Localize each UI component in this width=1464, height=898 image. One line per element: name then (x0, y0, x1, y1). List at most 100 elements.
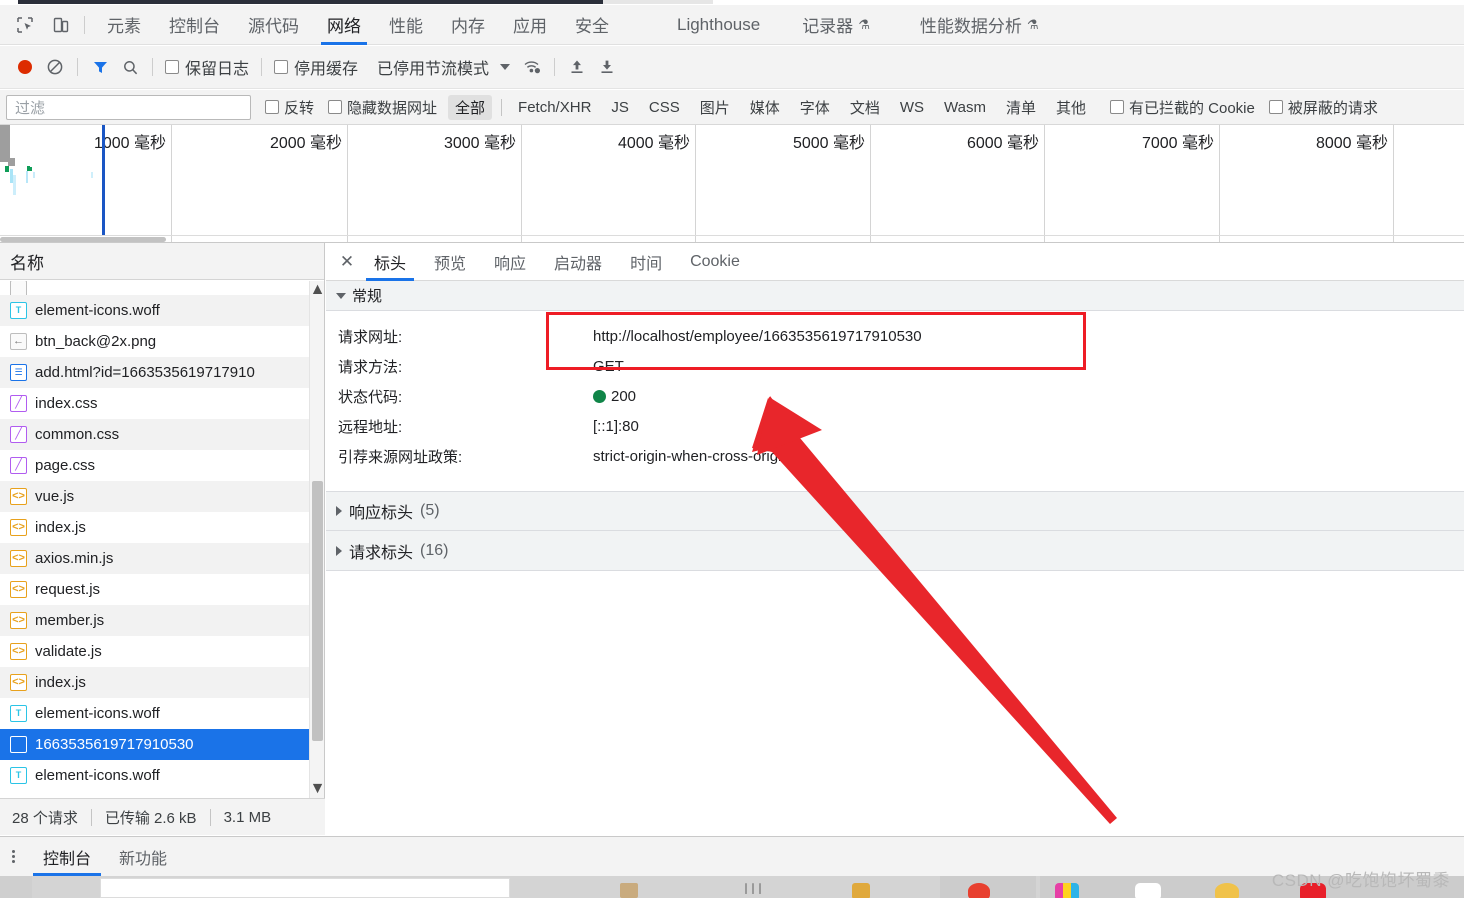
close-icon[interactable]: ✕ (334, 249, 360, 275)
devtools-tabbar: 元素 控制台 源代码 网络 性能 内存 应用 安全 Lighthouse 记录器… (0, 5, 1464, 45)
scroll-up-icon[interactable]: ▲ (310, 281, 325, 299)
disable-cache-checkbox[interactable]: 停用缓存 (269, 55, 363, 79)
list-item[interactable]: T element-icons.woff (0, 698, 324, 729)
network-conditions-icon[interactable] (517, 52, 547, 82)
scrollbar-thumb[interactable] (312, 481, 323, 741)
list-item[interactable]: <> index.js (0, 667, 324, 698)
taskbar-app-icon[interactable] (1300, 883, 1326, 898)
tab-sources[interactable]: 源代码 (234, 5, 313, 45)
more-options-icon[interactable] (12, 850, 15, 863)
filter-button[interactable] (85, 52, 115, 82)
export-har-icon[interactable] (592, 52, 622, 82)
device-toolbar-icon[interactable] (46, 10, 76, 40)
drawer-tab-whats-new[interactable]: 新功能 (105, 837, 181, 876)
list-item[interactable]: <> axios.min.js (0, 543, 324, 574)
triangle-right-icon (336, 506, 342, 516)
type-chip-fetch-xhr[interactable]: Fetch/XHR (511, 97, 598, 118)
type-chip-img[interactable]: 图片 (693, 95, 737, 120)
tab-elements[interactable]: 元素 (93, 5, 155, 45)
request-headers-section[interactable]: 请求标头 (16) (326, 531, 1464, 571)
throttling-dropdown-icon[interactable] (493, 52, 517, 82)
list-item[interactable]: <> validate.js (0, 636, 324, 667)
list-item[interactable]: ☰ add.html?id=1663535619717910 (0, 357, 324, 388)
hide-data-urls-checkbox[interactable]: 隐藏数据网址 (328, 97, 437, 118)
overview-scroll-indicator[interactable] (0, 237, 166, 242)
blocked-requests-checkbox[interactable]: 被屏蔽的请求 (1269, 97, 1378, 118)
invert-checkbox[interactable]: 反转 (265, 97, 314, 118)
request-list[interactable]: T element-icons.woff ← btn_back@2x.png ☰… (0, 281, 324, 798)
windows-taskbar[interactable] (0, 876, 1464, 898)
tab-preview[interactable]: 预览 (420, 243, 480, 281)
list-item-selected[interactable]: 1663535619717910530 (0, 729, 324, 760)
timeline-tick: 2000 毫秒 (172, 125, 348, 243)
tab-security[interactable]: 安全 (561, 5, 623, 45)
clear-button[interactable] (40, 52, 70, 82)
tab-timing[interactable]: 时间 (616, 243, 676, 281)
tab-response[interactable]: 响应 (480, 243, 540, 281)
list-item[interactable]: ╱ page.css (0, 450, 324, 481)
type-chip-doc[interactable]: 文档 (843, 95, 887, 120)
tab-memory[interactable]: 内存 (437, 5, 499, 45)
start-button[interactable] (0, 876, 32, 898)
general-section-header[interactable]: 常规 (326, 281, 1464, 311)
tab-application[interactable]: 应用 (499, 5, 561, 45)
taskbar-app-icon[interactable] (1215, 883, 1239, 898)
list-item[interactable]: ╱ index.css (0, 388, 324, 419)
taskbar-app-icon[interactable] (968, 883, 990, 898)
list-item[interactable]: <> vue.js (0, 481, 324, 512)
taskbar-app-icon[interactable] (620, 883, 638, 898)
tab-cookies[interactable]: Cookie (676, 243, 754, 281)
tab-label: Lighthouse (677, 15, 760, 35)
script-file-icon: <> (10, 612, 27, 629)
type-chip-other[interactable]: 其他 (1049, 95, 1093, 120)
taskbar-app-icon[interactable] (852, 883, 870, 898)
record-button[interactable] (10, 52, 40, 82)
list-item[interactable]: ← btn_back@2x.png (0, 326, 324, 357)
filter-input[interactable]: 过滤 (6, 95, 251, 120)
list-item[interactable]: <> request.js (0, 574, 324, 605)
tab-network[interactable]: 网络 (313, 5, 375, 45)
response-headers-section[interactable]: 响应标头 (5) (326, 491, 1464, 531)
list-item[interactable] (0, 281, 324, 295)
tab-lighthouse[interactable]: Lighthouse (663, 5, 774, 45)
list-item[interactable]: T element-icons.woff (0, 760, 324, 791)
search-button[interactable] (115, 52, 145, 82)
list-item[interactable]: <> member.js (0, 605, 324, 636)
tab-recorder[interactable]: 记录器 ⚗ (788, 5, 884, 45)
tab-performance-insights[interactable]: 性能数据分析 ⚗ (906, 5, 1053, 45)
tab-performance[interactable]: 性能 (375, 5, 437, 45)
import-har-icon[interactable] (562, 52, 592, 82)
detail-value[interactable]: http://localhost/employee/16635356197179… (593, 328, 922, 345)
blocked-cookies-checkbox[interactable]: 有已拦截的 Cookie (1110, 97, 1255, 118)
inspect-element-icon[interactable] (10, 10, 40, 40)
list-item[interactable]: T element-icons.woff (0, 295, 324, 326)
tab-headers[interactable]: 标头 (360, 243, 420, 281)
type-chip-font[interactable]: 字体 (793, 95, 837, 120)
tab-console[interactable]: 控制台 (155, 5, 234, 45)
throttling-label[interactable]: 已停用节流模式 (373, 55, 493, 79)
list-item[interactable]: ╱ common.css (0, 419, 324, 450)
type-chip-all[interactable]: 全部 (448, 95, 492, 120)
taskbar-app-icon[interactable] (752, 883, 754, 894)
taskbar-group[interactable] (1040, 876, 1464, 898)
taskbar-app-icon[interactable] (1135, 883, 1161, 898)
script-file-icon: <> (10, 581, 27, 598)
type-chip-manifest[interactable]: 清单 (999, 95, 1043, 120)
tab-initiator[interactable]: 启动器 (540, 243, 616, 281)
taskbar-app-icon[interactable] (759, 883, 761, 894)
type-chip-js[interactable]: JS (604, 97, 636, 118)
type-chip-media[interactable]: 媒体 (743, 95, 787, 120)
network-overview-timeline[interactable]: 1000 毫秒 2000 毫秒 3000 毫秒 4000 毫秒 5000 毫秒 … (0, 125, 1464, 243)
type-chip-ws[interactable]: WS (893, 97, 931, 118)
scroll-down-icon[interactable]: ▼ (310, 780, 325, 798)
type-chip-wasm[interactable]: Wasm (937, 97, 993, 118)
taskbar-preview-card[interactable] (100, 878, 510, 898)
list-item[interactable]: <> index.js (0, 512, 324, 543)
request-list-header[interactable]: 名称 (0, 243, 324, 280)
drawer-tab-console[interactable]: 控制台 (29, 837, 105, 876)
taskbar-app-icon[interactable] (1055, 883, 1079, 898)
type-chip-css[interactable]: CSS (642, 97, 687, 118)
preserve-log-checkbox[interactable]: 保留日志 (160, 55, 254, 79)
request-list-scrollbar[interactable]: ▲ ▼ (309, 281, 324, 798)
taskbar-app-icon[interactable] (745, 883, 747, 894)
